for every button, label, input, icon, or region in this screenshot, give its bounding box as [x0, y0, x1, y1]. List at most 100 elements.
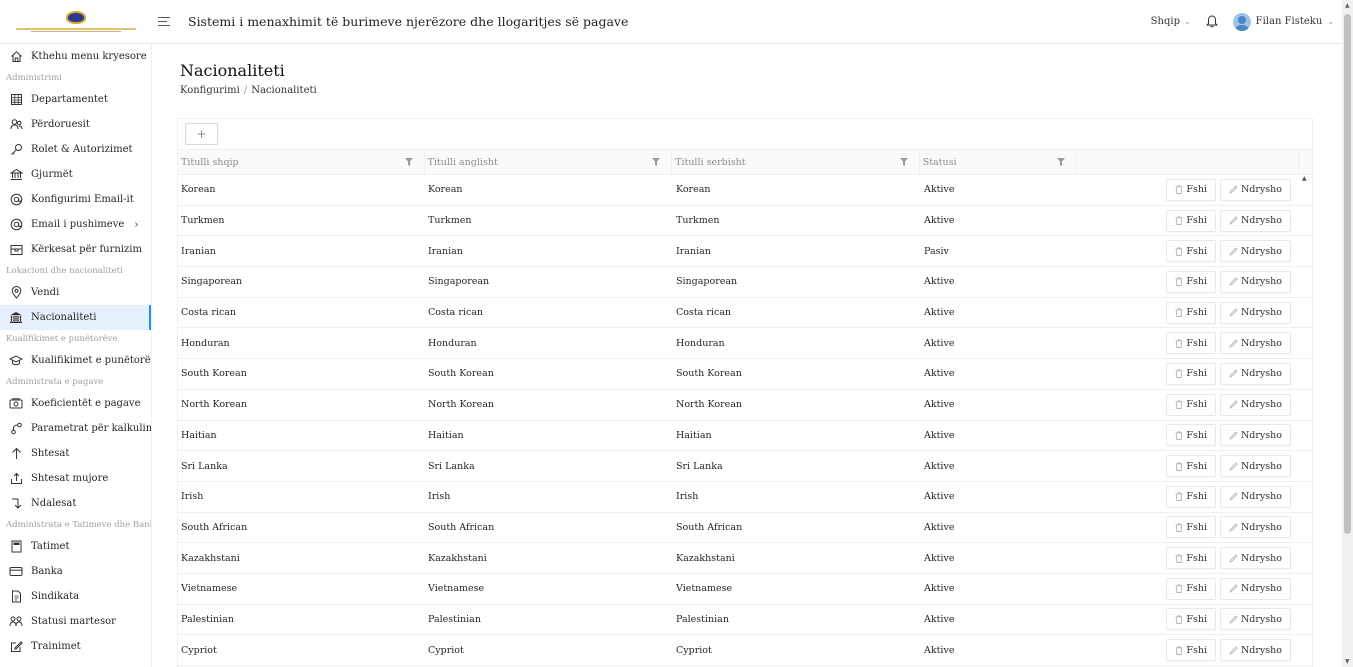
row-actions: Fshi Ndrysho — [1079, 209, 1301, 232]
table-cell: Irish — [676, 491, 699, 503]
sidebar-item-tatimet[interactable]: Tatimet — [0, 534, 151, 559]
edit-button[interactable]: Ndrysho — [1219, 301, 1291, 324]
delete-button[interactable]: Fshi — [1166, 608, 1216, 631]
edit-label: Ndrysho — [1240, 644, 1282, 656]
table-row: Honduran Honduran Honduran Aktive Fshi Ndrysh… — [178, 328, 1312, 360]
table-toolbar: + — [178, 119, 1312, 149]
table-cell: Sri Lanka — [676, 460, 723, 472]
edit-button[interactable]: Ndrysho — [1219, 393, 1291, 416]
sidebar-item-statusi-martesor[interactable]: Statusi martesor — [0, 609, 151, 634]
sidebar-item-shtesat[interactable]: Shtesat — [0, 441, 151, 466]
filter-icon[interactable] — [404, 157, 414, 167]
edit-button[interactable]: Ndrysho — [1219, 516, 1291, 539]
filter-icon[interactable] — [899, 157, 909, 167]
top-header: Sistemi i menaxhimit të burimeve njerëzo… — [0, 0, 1342, 44]
sidebar-item-departamentet[interactable]: Departamentet — [0, 87, 151, 112]
delete-label: Fshi — [1186, 307, 1207, 319]
edit-button[interactable]: Ndrysho — [1219, 240, 1291, 263]
page-scrollbar[interactable]: ▲ ▼ — [1342, 0, 1353, 667]
delete-button[interactable]: Fshi — [1166, 516, 1216, 539]
delete-button[interactable]: Fshi — [1166, 424, 1216, 447]
edit-button[interactable]: Ndrysho — [1219, 178, 1291, 201]
edit-label: Ndrysho — [1240, 184, 1282, 196]
table-cell: Korean — [181, 184, 216, 196]
edit-button[interactable]: Ndrysho — [1219, 639, 1291, 662]
scrollbar-thumb[interactable] — [1344, 14, 1351, 534]
language-select[interactable]: Shqip ⌄ — [1151, 16, 1191, 27]
filter-icon[interactable] — [651, 157, 661, 167]
edit-button[interactable]: Ndrysho — [1219, 608, 1291, 631]
sidebar-item-kthehu-menu-kryesore[interactable]: Kthehu menu kryesore — [0, 44, 151, 69]
sidebar-item-email-i-pushimeve[interactable]: Email i pushimeve › — [0, 212, 151, 237]
sidebar-item-konfigurimi-email-it[interactable]: Konfigurimi Email-it — [0, 187, 151, 212]
sidebar-item-ndalesat[interactable]: Ndalesat — [0, 491, 151, 516]
table-scrollbar[interactable]: ▲ — [1301, 175, 1310, 666]
table-cell: North Korean — [181, 399, 248, 411]
delete-button[interactable]: Fshi — [1166, 485, 1216, 508]
sidebar-item-trainimet[interactable]: Trainimet — [0, 634, 151, 659]
pencil-icon — [1229, 247, 1238, 256]
edit-button[interactable]: Ndrysho — [1219, 485, 1291, 508]
delete-label: Fshi — [1186, 491, 1207, 503]
edit-button[interactable]: Ndrysho — [1219, 424, 1291, 447]
delete-button[interactable]: Fshi — [1166, 362, 1216, 385]
sidebar-item-label: Email i pushimeve — [31, 219, 125, 230]
menu-toggle-icon[interactable] — [158, 17, 182, 26]
row-actions: Fshi Ndrysho — [1079, 424, 1301, 447]
edit-button[interactable]: Ndrysho — [1219, 547, 1291, 570]
sidebar-item-gjurm-t[interactable]: Gjurmët — [0, 162, 151, 187]
sidebar-item-nacionaliteti[interactable]: Nacionaliteti — [0, 305, 151, 330]
edit-label: Ndrysho — [1240, 399, 1282, 411]
sidebar-item-p-rdoruesit[interactable]: Përdoruesit — [0, 112, 151, 137]
delete-button[interactable]: Fshi — [1166, 547, 1216, 570]
delete-button[interactable]: Fshi — [1166, 393, 1216, 416]
table-cell: Sri Lanka — [428, 460, 475, 472]
edit-button[interactable]: Ndrysho — [1219, 209, 1291, 232]
sidebar-item-banka[interactable]: Banka — [0, 559, 151, 584]
breadcrumb-item[interactable]: Konfigurimi — [180, 85, 240, 96]
delete-button[interactable]: Fshi — [1166, 209, 1216, 232]
add-button[interactable]: + — [185, 123, 218, 145]
delete-button[interactable]: Fshi — [1166, 332, 1216, 355]
delete-button[interactable]: Fshi — [1166, 270, 1216, 293]
delete-label: Fshi — [1186, 583, 1207, 595]
trash-icon — [1175, 247, 1183, 256]
table-cell: Aktive — [924, 583, 955, 595]
edit-button[interactable]: Ndrysho — [1219, 362, 1291, 385]
sidebar-item-sindikata[interactable]: Sindikata — [0, 584, 151, 609]
row-actions: Fshi Ndrysho — [1079, 639, 1301, 662]
pencil-icon — [1229, 431, 1238, 440]
delete-button[interactable]: Fshi — [1166, 240, 1216, 263]
file-icon — [9, 590, 23, 604]
delete-button[interactable]: Fshi — [1166, 577, 1216, 600]
edit-button[interactable]: Ndrysho — [1219, 332, 1291, 355]
user-menu[interactable]: Filan Fisteku ⌄ — [1232, 12, 1334, 31]
table-cell: Vietnamese — [428, 583, 485, 595]
table-cell: Singaporean — [676, 276, 738, 288]
sidebar-item-shtesat-mujore[interactable]: Shtesat mujore — [0, 466, 151, 491]
delete-label: Fshi — [1186, 184, 1207, 196]
edit-button[interactable]: Ndrysho — [1219, 270, 1291, 293]
delete-button[interactable]: Fshi — [1166, 639, 1216, 662]
sidebar-item-label: Rolet & Autorizimet — [31, 144, 133, 155]
table-cell: Haitian — [181, 429, 217, 441]
sidebar-item-kualifikimet-e-pun-tor-ve[interactable]: Kualifikimet e punëtorëve — [0, 348, 151, 373]
filter-icon[interactable] — [1056, 157, 1066, 167]
table-cell: Aktive — [924, 307, 955, 319]
delete-button[interactable]: Fshi — [1166, 178, 1216, 201]
bell-icon[interactable] — [1205, 15, 1219, 29]
sidebar-item-koeficient-t-e-pagave[interactable]: Koeficientët e pagave — [0, 391, 151, 416]
table-row: Turkmen Turkmen Turkmen Aktive Fshi Ndrysho — [178, 206, 1312, 237]
edit-button[interactable]: Ndrysho — [1219, 577, 1291, 600]
sidebar-item-parametrat-p-r-kalkulim[interactable]: Parametrat për kalkulim — [0, 416, 151, 441]
delete-button[interactable]: Fshi — [1166, 301, 1216, 324]
edit-button[interactable]: Ndrysho — [1219, 455, 1291, 478]
sidebar-item-vendi[interactable]: Vendi — [0, 280, 151, 305]
table-row: North Korean North Korean North Korean Akti… — [178, 390, 1312, 421]
sidebar-item-k-rkesat-p-r-furnizim[interactable]: Kërkesat për furnizim — [0, 237, 151, 262]
app-title: Sistemi i menaxhimit të burimeve njerëzo… — [188, 14, 629, 29]
delete-button[interactable]: Fshi — [1166, 455, 1216, 478]
sidebar-item-rolet-autorizimet[interactable]: Rolet & Autorizimet — [0, 137, 151, 162]
table-cell: South African — [676, 521, 743, 533]
edit-label: Ndrysho — [1240, 491, 1282, 503]
